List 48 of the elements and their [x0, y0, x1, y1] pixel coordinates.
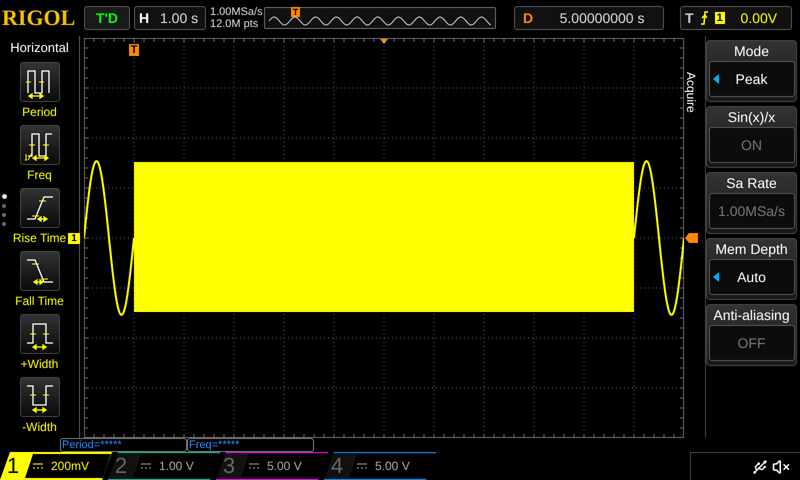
channel-button[interactable]: 4 5.00 V [324, 452, 436, 480]
brand-logo: RIGOL [2, 7, 76, 29]
measure-label: -Width [22, 418, 57, 436]
timebase-button[interactable]: H 1.00 s [134, 6, 206, 30]
dc-coupling-icon [141, 463, 151, 469]
measure-label: Rise Time [12, 230, 66, 246]
menu-label: Sa Rate [726, 174, 777, 193]
delay-button[interactable]: D 5.00000000 s [514, 6, 664, 30]
menu-value-button[interactable]: Auto [708, 259, 794, 295]
measure-label: Freq [27, 166, 52, 184]
measure-label: +Width [20, 356, 58, 372]
measure-label: Fall Time [15, 292, 64, 310]
dc-coupling-icon [249, 463, 259, 469]
menu-value-button[interactable]: Peak [708, 61, 794, 97]
menu-title: Acquire [683, 72, 699, 113]
rising-edge-icon [700, 11, 709, 25]
mute-speaker-icon [772, 458, 790, 476]
channel-button[interactable]: 3 5.00 V [216, 452, 328, 480]
trigger-button[interactable]: T 1 0.00V [680, 6, 792, 30]
measure-button[interactable] [20, 62, 60, 102]
measure-button[interactable] [20, 124, 60, 164]
trigger-position-marker: T [129, 44, 139, 56]
dc-coupling-icon [33, 463, 43, 469]
selector-arrow-icon [712, 272, 718, 282]
menu-label: Anti-aliasing [713, 306, 790, 325]
center-marker-icon [380, 39, 388, 44]
measure-label: Period [22, 104, 57, 120]
measurement-readout: Freq=***** [187, 438, 314, 452]
measure-button[interactable] [20, 250, 60, 290]
measurement-readout: Period=***** [60, 438, 187, 452]
menu-title: Horizontal [10, 39, 69, 57]
memory-points: 12.0M pts [210, 18, 260, 30]
trigger-status: T'D [84, 6, 130, 30]
channel-marker: 1 [68, 233, 80, 244]
measure-button[interactable] [20, 188, 60, 228]
channel-button[interactable]: 2 1.00 V [108, 452, 220, 480]
selector-arrow-icon [712, 74, 718, 84]
usb-icon [752, 458, 768, 474]
overview-trigger-marker: T [291, 7, 300, 17]
measure-button[interactable] [20, 376, 60, 416]
dc-coupling-icon [357, 463, 367, 469]
menu-label: Sin(x)/x [728, 108, 776, 127]
menu-label: Mem Depth [715, 240, 788, 259]
trigger-level-marker [685, 233, 698, 243]
menu-label: Mode [734, 42, 770, 61]
channel-button[interactable]: 1 200mV [0, 452, 112, 480]
sample-rate: 1.00MSa/s [210, 6, 260, 18]
measure-button[interactable] [20, 314, 60, 354]
